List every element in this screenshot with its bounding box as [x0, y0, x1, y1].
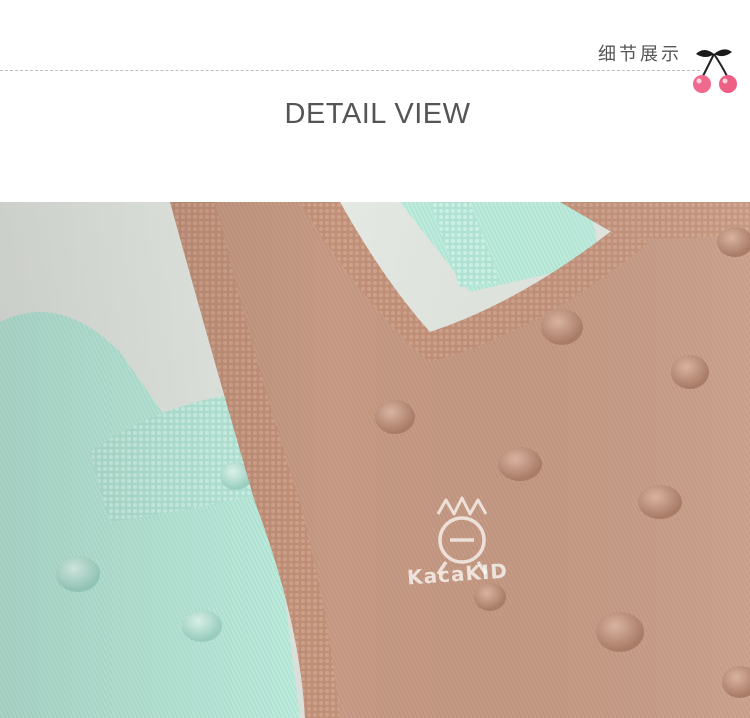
- dotted-divider: [0, 70, 700, 71]
- detail-label-chinese: 细节展示: [598, 44, 682, 65]
- cherry-icon: [693, 49, 737, 93]
- section-title: DETAIL VIEW: [284, 98, 471, 130]
- product-detail-photo: KacaKID: [0, 202, 750, 718]
- header: 细节展示 DETAIL VIEW: [0, 0, 750, 202]
